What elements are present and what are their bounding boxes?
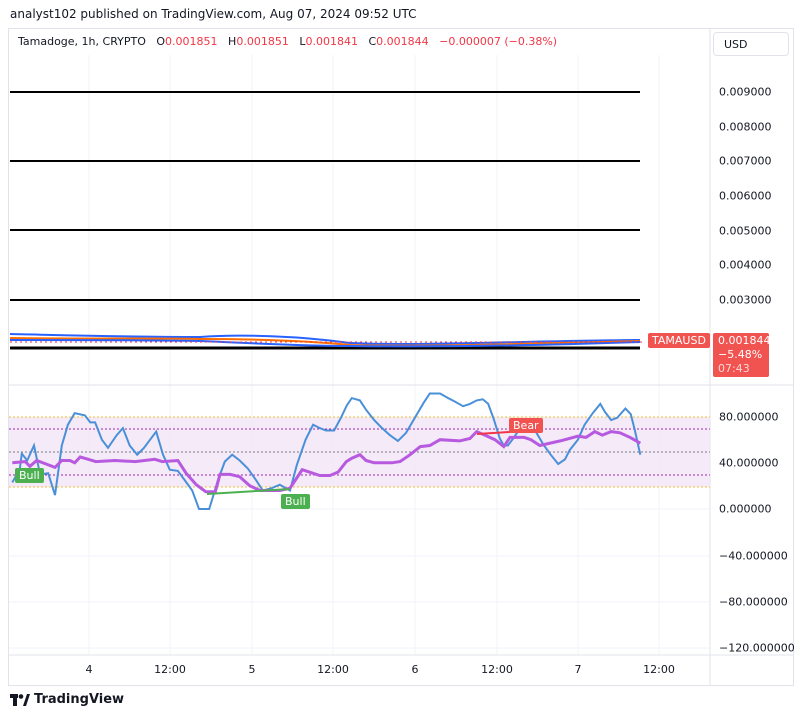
bar-countdown: 07:43 (718, 362, 750, 375)
osc-axis-label: −80.000000 (719, 595, 788, 609)
symbol-tag: TAMAUSD (648, 333, 710, 348)
time-axis-label: 7 (574, 663, 582, 676)
symbol-title[interactable]: Tamadoge, 1h, CRYPTO (18, 35, 146, 48)
chart-canvas[interactable] (0, 0, 802, 718)
osc-axis-label: 80.000000 (719, 410, 779, 424)
bear-signal: Bear (509, 418, 543, 433)
last-price: 0.001844 (718, 334, 771, 347)
grid (9, 55, 710, 655)
horizontal-levels (10, 91, 640, 350)
close-label: C (368, 35, 377, 48)
open-label: O (156, 35, 166, 48)
osc-axis-label: −40.000000 (719, 549, 788, 563)
ohlc-legend: Tamadoge, 1h, CRYPTO O0.001851 H0.001851… (18, 35, 557, 48)
price-axis-label: 0.007000 (719, 154, 772, 168)
time-axis-label: 6 (411, 663, 419, 676)
price-change: −5.48% (718, 348, 763, 361)
price-bands (9, 333, 645, 348)
change-value: −0.000007 (−0.38%) (439, 35, 558, 48)
high-value: 0.001851 (236, 35, 289, 48)
close-value: 0.001844 (376, 35, 429, 48)
time-axis-label: 4 (85, 663, 93, 676)
time-axis-label: 12:00 (317, 663, 349, 676)
tradingview-logo[interactable]: TradingView (10, 692, 124, 707)
price-axis-label: 0.008000 (719, 120, 772, 134)
bull-signal: Bull (15, 468, 44, 483)
tradingview-logo-icon (10, 693, 30, 706)
time-axis-label: 5 (248, 663, 256, 676)
price-axis-label: 0.003000 (719, 293, 772, 307)
price-axis-label: 0.006000 (719, 189, 772, 203)
time-axis-label: 12:00 (154, 663, 186, 676)
price-axis-label: 0.009000 (719, 85, 772, 99)
brand-name: TradingView (34, 692, 125, 707)
time-axis-label: 12:00 (481, 663, 513, 676)
low-value: 0.001841 (305, 35, 358, 48)
last-price-tag: 0.001844 −5.48% 07:43 (713, 333, 771, 377)
currency-button[interactable]: USD (713, 32, 789, 56)
bull-signal: Bull (281, 494, 310, 509)
price-axis-label: 0.004000 (719, 258, 772, 272)
osc-axis-label: 0.000000 (719, 502, 772, 516)
osc-axis-label: 40.000000 (719, 456, 779, 470)
price-axis-label: 0.005000 (719, 224, 772, 238)
time-axis-label: 12:00 (643, 663, 675, 676)
osc-axis-label: −120.000000 (719, 641, 795, 655)
open-value: 0.001851 (165, 35, 218, 48)
